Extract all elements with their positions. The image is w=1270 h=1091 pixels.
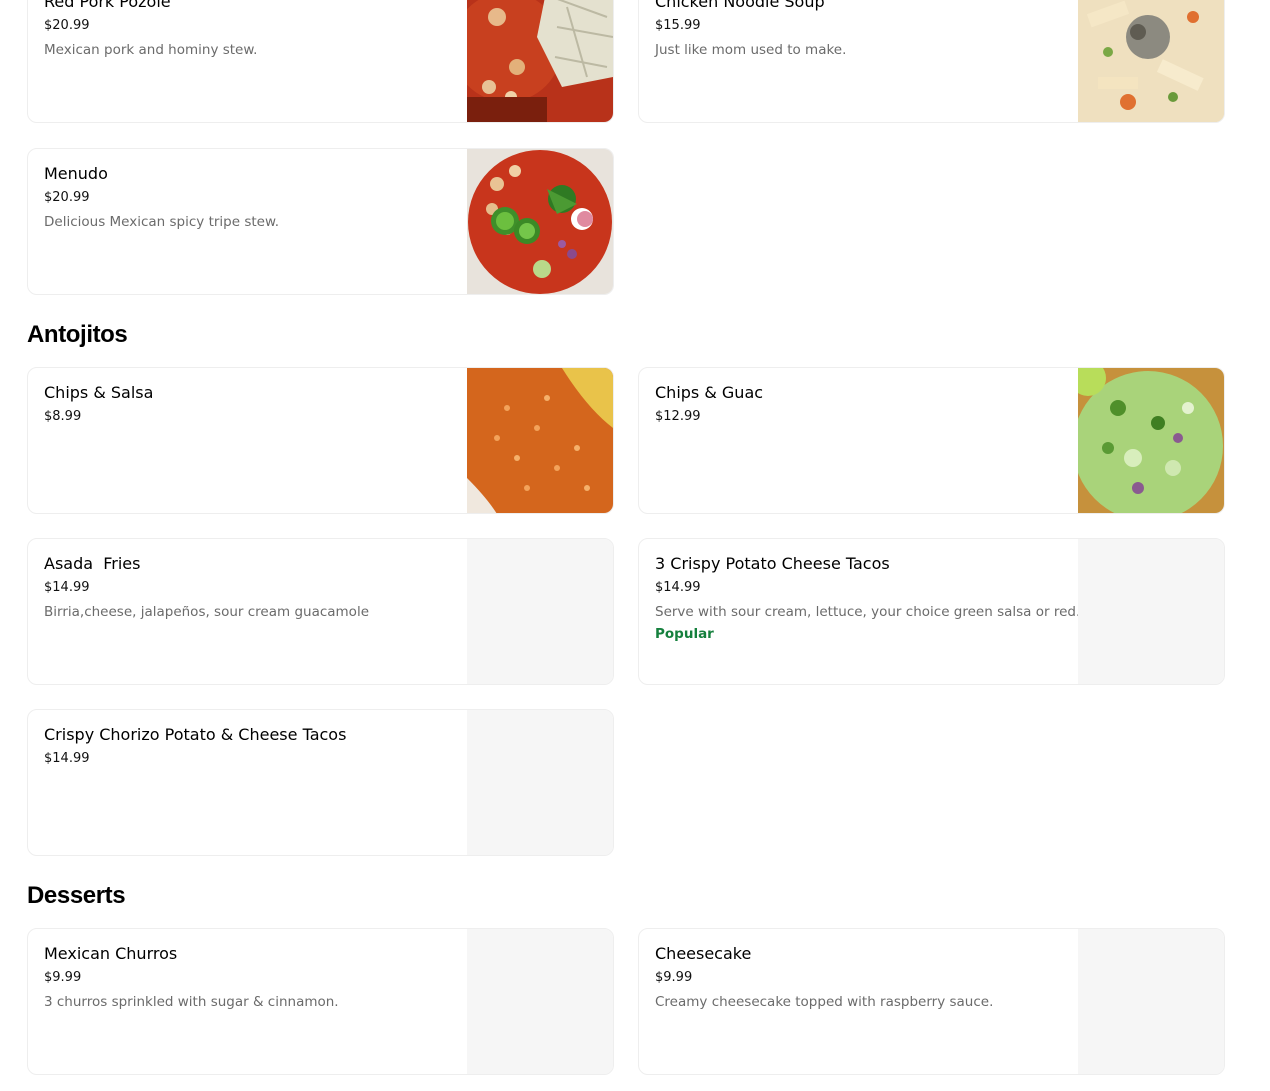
menu-item-info: Menudo $20.99 Delicious Mexican spicy tr…: [44, 164, 453, 231]
menu-item-info: Mexican Churros $9.99 3 churros sprinkle…: [44, 944, 453, 1011]
menu-item-name: Chips & Guac: [655, 383, 764, 402]
menu-item-price: $9.99: [44, 970, 82, 985]
menu-item-description: 3 churros sprinkled with sugar & cinnamo…: [44, 994, 339, 1010]
section-title: Desserts: [27, 882, 126, 909]
menu-item-price: $14.99: [44, 580, 90, 595]
menu-item-price: $15.99: [655, 18, 701, 33]
menu-item-name: 3 Crispy Potato Cheese Tacos: [655, 554, 890, 573]
menudo-photo: [467, 149, 613, 294]
section-title: Antojitos: [27, 321, 128, 348]
menu-item-name: Asada Fries: [44, 554, 141, 573]
menu-item-info: 3 Crispy Potato Cheese Tacos $14.99 Serv…: [655, 554, 1081, 643]
image-placeholder: [1078, 539, 1224, 684]
menu-item-price: $9.99: [655, 970, 693, 985]
menu-item-price: $20.99: [44, 18, 90, 33]
image-placeholder: [467, 710, 613, 855]
menu-item-name: Red Pork Pozole: [44, 0, 171, 11]
menu-item-card[interactable]: Red Pork Pozole $20.99 Mexican pork and …: [27, 0, 614, 123]
menu-item-info: Chicken Noodle Soup $15.99 Just like mom…: [655, 0, 1064, 59]
salsa-photo: [467, 368, 613, 513]
menu-item-card[interactable]: Cheesecake $9.99 Creamy cheesecake toppe…: [638, 928, 1225, 1075]
menu-item-name: Mexican Churros: [44, 944, 178, 963]
menu-item-card[interactable]: Chicken Noodle Soup $15.99 Just like mom…: [638, 0, 1225, 123]
menu-item-description: Creamy cheesecake topped with raspberry …: [655, 994, 994, 1010]
menu-item-name: Chicken Noodle Soup: [655, 0, 825, 11]
menu-item-card[interactable]: Mexican Churros $9.99 3 churros sprinkle…: [27, 928, 614, 1075]
image-placeholder: [467, 929, 613, 1074]
menu-item-price: $8.99: [44, 409, 82, 424]
menu-item-info: Chips & Salsa $8.99: [44, 383, 453, 426]
menu-item-card[interactable]: Crispy Chorizo Potato & Cheese Tacos $14…: [27, 709, 614, 856]
menu-item-info: Chips & Guac $12.99: [655, 383, 1064, 426]
menu-item-name: Crispy Chorizo Potato & Cheese Tacos: [44, 725, 347, 744]
menu-item-name: Chips & Salsa: [44, 383, 154, 402]
menu-item-price: $20.99: [44, 190, 90, 205]
menu-item-description: Birria,cheese, jalapeños, sour cream gua…: [44, 604, 370, 620]
menu-item-description: Mexican pork and hominy stew.: [44, 42, 258, 58]
menu-item-price: $12.99: [655, 409, 701, 424]
menu-page: Red Pork Pozole $20.99 Mexican pork and …: [0, 0, 1270, 1091]
menu-item-description: Serve with sour cream, lettuce, your cho…: [655, 604, 1081, 620]
image-placeholder: [1078, 929, 1224, 1074]
menu-item-card[interactable]: Menudo $20.99 Delicious Mexican spicy tr…: [27, 148, 614, 295]
popular-badge: Popular: [655, 626, 714, 642]
menu-item-description: Delicious Mexican spicy tripe stew.: [44, 214, 280, 230]
chicken-noodle-soup-photo: [1078, 0, 1224, 122]
red-pozole-photo: [467, 0, 613, 122]
menu-item-card[interactable]: 3 Crispy Potato Cheese Tacos $14.99 Serv…: [638, 538, 1225, 685]
menu-item-card[interactable]: Chips & Guac $12.99: [638, 367, 1225, 514]
menu-item-card[interactable]: Asada Fries $14.99 Birria,cheese, jalape…: [27, 538, 614, 685]
menu-item-name: Cheesecake: [655, 944, 752, 963]
menu-item-price: $14.99: [44, 751, 90, 766]
guacamole-photo: [1078, 368, 1224, 513]
menu-item-info: Asada Fries $14.99 Birria,cheese, jalape…: [44, 554, 453, 621]
menu-item-info: Red Pork Pozole $20.99 Mexican pork and …: [44, 0, 453, 59]
menu-item-info: Cheesecake $9.99 Creamy cheesecake toppe…: [655, 944, 1064, 1011]
menu-item-name: Menudo: [44, 164, 108, 183]
menu-item-description: Just like mom used to make.: [655, 42, 847, 58]
menu-item-price: $14.99: [655, 580, 701, 595]
menu-item-info: Crispy Chorizo Potato & Cheese Tacos $14…: [44, 725, 453, 768]
image-placeholder: [467, 539, 613, 684]
menu-item-card[interactable]: Chips & Salsa $8.99: [27, 367, 614, 514]
